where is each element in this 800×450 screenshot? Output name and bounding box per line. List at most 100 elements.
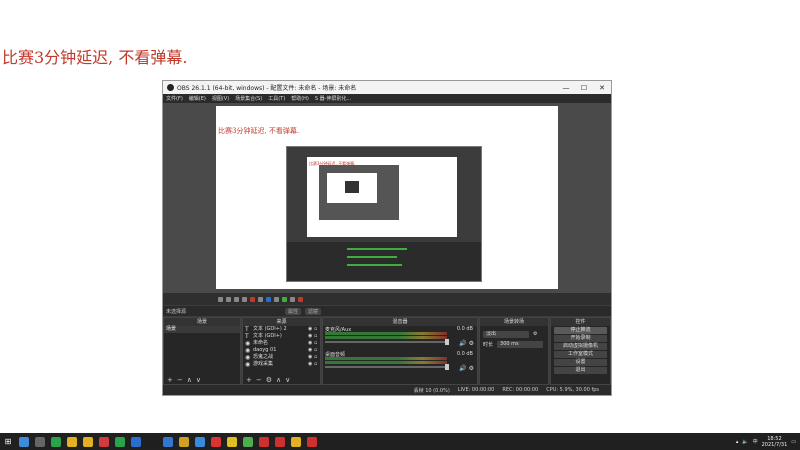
source-item[interactable]: ◉ 游戏采集 ◉ ▫ bbox=[243, 361, 320, 368]
mixer-header: 混音器 bbox=[323, 318, 477, 326]
tool-icon[interactable] bbox=[290, 296, 295, 302]
taskbar-app-icon[interactable] bbox=[96, 433, 112, 450]
tool-icon[interactable] bbox=[250, 296, 255, 302]
lock-icon[interactable]: ▫ bbox=[314, 347, 320, 354]
tool-icon[interactable] bbox=[218, 296, 223, 302]
gear-icon[interactable]: ⚙ bbox=[469, 365, 474, 372]
add-scene-button[interactable]: + bbox=[167, 376, 173, 384]
tool-icon[interactable] bbox=[274, 296, 279, 302]
nested-meter bbox=[347, 256, 397, 258]
volume-fader[interactable] bbox=[325, 339, 449, 345]
lock-icon[interactable]: ▫ bbox=[314, 354, 320, 361]
menu-help[interactable]: 帮助(H) bbox=[291, 95, 309, 102]
taskbar-app-icon[interactable] bbox=[128, 433, 144, 450]
nested-inner-preview bbox=[319, 165, 399, 220]
close-button[interactable]: ✕ bbox=[593, 84, 611, 92]
stop-streaming-button[interactable]: 停止推流 bbox=[554, 327, 607, 334]
speaker-icon[interactable]: 🔊 bbox=[459, 340, 466, 347]
fader-knob[interactable] bbox=[445, 364, 449, 370]
transition-select[interactable]: 淡出 bbox=[483, 330, 529, 338]
windows-start-icon[interactable]: ⊞ bbox=[0, 433, 16, 450]
language-indicator[interactable]: 中 bbox=[753, 438, 758, 445]
tool-icon[interactable] bbox=[298, 296, 303, 302]
tool-icon[interactable] bbox=[242, 296, 247, 302]
source-item[interactable]: T 文本 (GDI+) 2 ◉ ▫ bbox=[243, 326, 320, 333]
menu-extra[interactable]: S 器-伸屏别化... bbox=[315, 95, 351, 102]
app-glyph bbox=[307, 436, 317, 447]
minimize-button[interactable]: — bbox=[557, 84, 575, 92]
start-recording-button[interactable]: 开始录制 bbox=[554, 335, 607, 342]
taskbar-app-icon[interactable] bbox=[176, 433, 192, 450]
lock-icon[interactable]: ▫ bbox=[314, 361, 320, 368]
tool-icon[interactable] bbox=[266, 296, 271, 302]
settings-button[interactable]: 设置 bbox=[554, 359, 607, 366]
notification-icon[interactable]: ▭ bbox=[791, 439, 796, 445]
maximize-button[interactable]: ☐ bbox=[575, 84, 593, 92]
tool-icon[interactable] bbox=[234, 296, 239, 302]
tool-icon[interactable] bbox=[282, 296, 287, 302]
gear-icon[interactable]: ⚙ bbox=[533, 331, 537, 337]
move-down-icon[interactable]: ∨ bbox=[285, 376, 290, 384]
preview-area: 比赛3分钟延迟, 不看弹幕. 比赛3分钟延迟, 不看弹幕. bbox=[163, 103, 611, 293]
duration-input[interactable]: 300 ms bbox=[497, 340, 544, 348]
app-glyph bbox=[275, 436, 285, 447]
gear-icon[interactable]: ⚙ bbox=[469, 340, 474, 347]
nested-inner-canvas bbox=[327, 173, 377, 203]
menu-view[interactable]: 视图(V) bbox=[212, 95, 229, 102]
tool-icon[interactable] bbox=[258, 296, 263, 302]
studio-mode-button[interactable]: 工作室模式 bbox=[554, 351, 607, 358]
fader-knob[interactable] bbox=[445, 339, 449, 345]
scene-item[interactable]: 场景 bbox=[164, 326, 240, 333]
nested-meter bbox=[347, 248, 407, 250]
taskbar-app-icon[interactable] bbox=[288, 433, 304, 450]
taskbar-app-icon[interactable] bbox=[112, 433, 128, 450]
menu-edit[interactable]: 编辑(E) bbox=[189, 95, 206, 102]
move-down-icon[interactable]: ∨ bbox=[196, 376, 201, 384]
taskbar-app-icon[interactable] bbox=[16, 433, 32, 450]
source-item[interactable]: ◉ 恐鬼之战 ◉ ▫ bbox=[243, 354, 320, 361]
app-glyph bbox=[131, 436, 141, 447]
menu-file[interactable]: 文件(F) bbox=[166, 95, 183, 102]
virtual-camera-button[interactable]: 启动虚拟摄像机 bbox=[554, 343, 607, 350]
taskbar-app-icon[interactable] bbox=[64, 433, 80, 450]
taskbar-app-icon[interactable] bbox=[32, 433, 48, 450]
speaker-icon[interactable]: 🔊 bbox=[459, 365, 466, 372]
taskbar-app-icon[interactable] bbox=[272, 433, 288, 450]
controls-dock: 控件 停止推流 开始录制 启动虚拟摄像机 工作室模式 设置 退出 bbox=[550, 317, 611, 385]
taskbar-app-icon[interactable] bbox=[256, 433, 272, 450]
taskbar-app-icon[interactable] bbox=[240, 433, 256, 450]
taskbar-app-icon[interactable] bbox=[304, 433, 320, 450]
source-item[interactable]: ◉ daoyg 01 ◉ ▫ bbox=[243, 347, 320, 354]
taskbar-app-icon[interactable] bbox=[192, 433, 208, 450]
taskbar-app-icon[interactable] bbox=[224, 433, 240, 450]
source-item[interactable]: ◉ 未命名 ◉ ▫ bbox=[243, 340, 320, 347]
tool-icon[interactable] bbox=[226, 296, 231, 302]
volume-icon[interactable]: 🔈 bbox=[742, 439, 748, 445]
filters-button[interactable]: 滤镜 bbox=[305, 307, 322, 315]
move-up-icon[interactable]: ∧ bbox=[276, 376, 281, 384]
gear-icon[interactable]: ⚙ bbox=[266, 376, 272, 384]
taskbar-app-icon[interactable] bbox=[208, 433, 224, 450]
add-source-button[interactable]: + bbox=[246, 376, 252, 384]
remove-scene-button[interactable]: − bbox=[177, 376, 183, 384]
volume-fader[interactable] bbox=[325, 364, 449, 370]
clock[interactable]: 18:52 2021/7/31 bbox=[762, 436, 788, 448]
taskbar-app-icon[interactable] bbox=[160, 433, 176, 450]
exit-button[interactable]: 退出 bbox=[554, 367, 607, 374]
menu-tools[interactable]: 工具(T) bbox=[268, 95, 285, 102]
network-icon[interactable]: ▴ bbox=[736, 439, 739, 445]
remove-source-button[interactable]: − bbox=[256, 376, 262, 384]
taskbar-app-icon[interactable] bbox=[48, 433, 64, 450]
lock-icon[interactable]: ▫ bbox=[314, 326, 320, 333]
move-up-icon[interactable]: ∧ bbox=[187, 376, 192, 384]
app-glyph bbox=[291, 436, 301, 447]
properties-button[interactable]: 属性 bbox=[285, 307, 302, 315]
preview-canvas[interactable]: 比赛3分钟延迟, 不看弹幕. 比赛3分钟延迟, 不看弹幕. bbox=[216, 106, 558, 289]
lock-icon[interactable]: ▫ bbox=[314, 340, 320, 347]
lock-icon[interactable]: ▫ bbox=[314, 333, 320, 340]
taskbar-app-icon[interactable] bbox=[80, 433, 96, 450]
menu-scene-collection[interactable]: 场景集合(S) bbox=[235, 95, 262, 102]
dropped-frames: 丢帧 10 (0.0%) bbox=[413, 387, 450, 394]
source-item[interactable]: T 文本 (GDI+) ◉ ▫ bbox=[243, 333, 320, 340]
taskbar-app-icon[interactable] bbox=[144, 433, 160, 450]
